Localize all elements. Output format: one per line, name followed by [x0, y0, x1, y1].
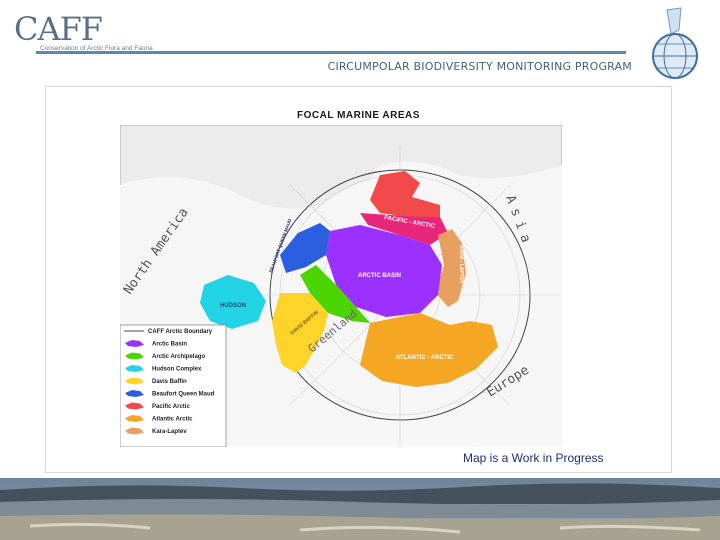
work-in-progress-note: Map is a Work in Progress	[463, 451, 604, 465]
arctic-landscape-banner	[0, 478, 720, 540]
focal-marine-areas-map: North America Asia Europe Greenland PACI…	[120, 125, 562, 447]
area-label-kara-laptev: KARA - LAPTEV	[458, 245, 464, 284]
legend-boundary-label: CAFF Arctic Boundary	[148, 329, 213, 335]
header-rule	[36, 51, 626, 54]
legend-item-label: Davis Baffin	[152, 379, 187, 385]
area-label-arctic-basin: ARCTIC BASIN	[358, 273, 401, 279]
legend-item-label: Beaufort Queen Maud	[152, 392, 215, 398]
map-legend: CAFF Arctic Boundary Arctic Basin Arctic …	[120, 324, 227, 447]
area-label-hudson: HUDSON	[220, 303, 246, 309]
arctic-council-emblem	[652, 7, 698, 79]
map-frame: FOCAL MARINE AREAS North America Asia Eu…	[45, 86, 672, 473]
caff-logo: CAFF	[14, 10, 103, 48]
legend-item-label: Hudson Complex	[152, 367, 202, 373]
legend-item-label: Arctic Basin	[152, 342, 187, 348]
area-label-atlantic-arctic: ATLANTIC - ARCTIC	[396, 355, 454, 361]
legend-item-label: Arctic Archipelago	[152, 354, 205, 360]
map-title: FOCAL MARINE AREAS	[297, 110, 420, 121]
program-title: CIRCUMPOLAR BIODIVERSITY MONITORING PROG…	[327, 60, 632, 73]
legend-item-label: Kara-Laptev	[152, 429, 187, 435]
legend-item-label: Atlantic Arctic	[152, 417, 193, 423]
legend-item-label: Pacific Arctic	[152, 404, 190, 410]
